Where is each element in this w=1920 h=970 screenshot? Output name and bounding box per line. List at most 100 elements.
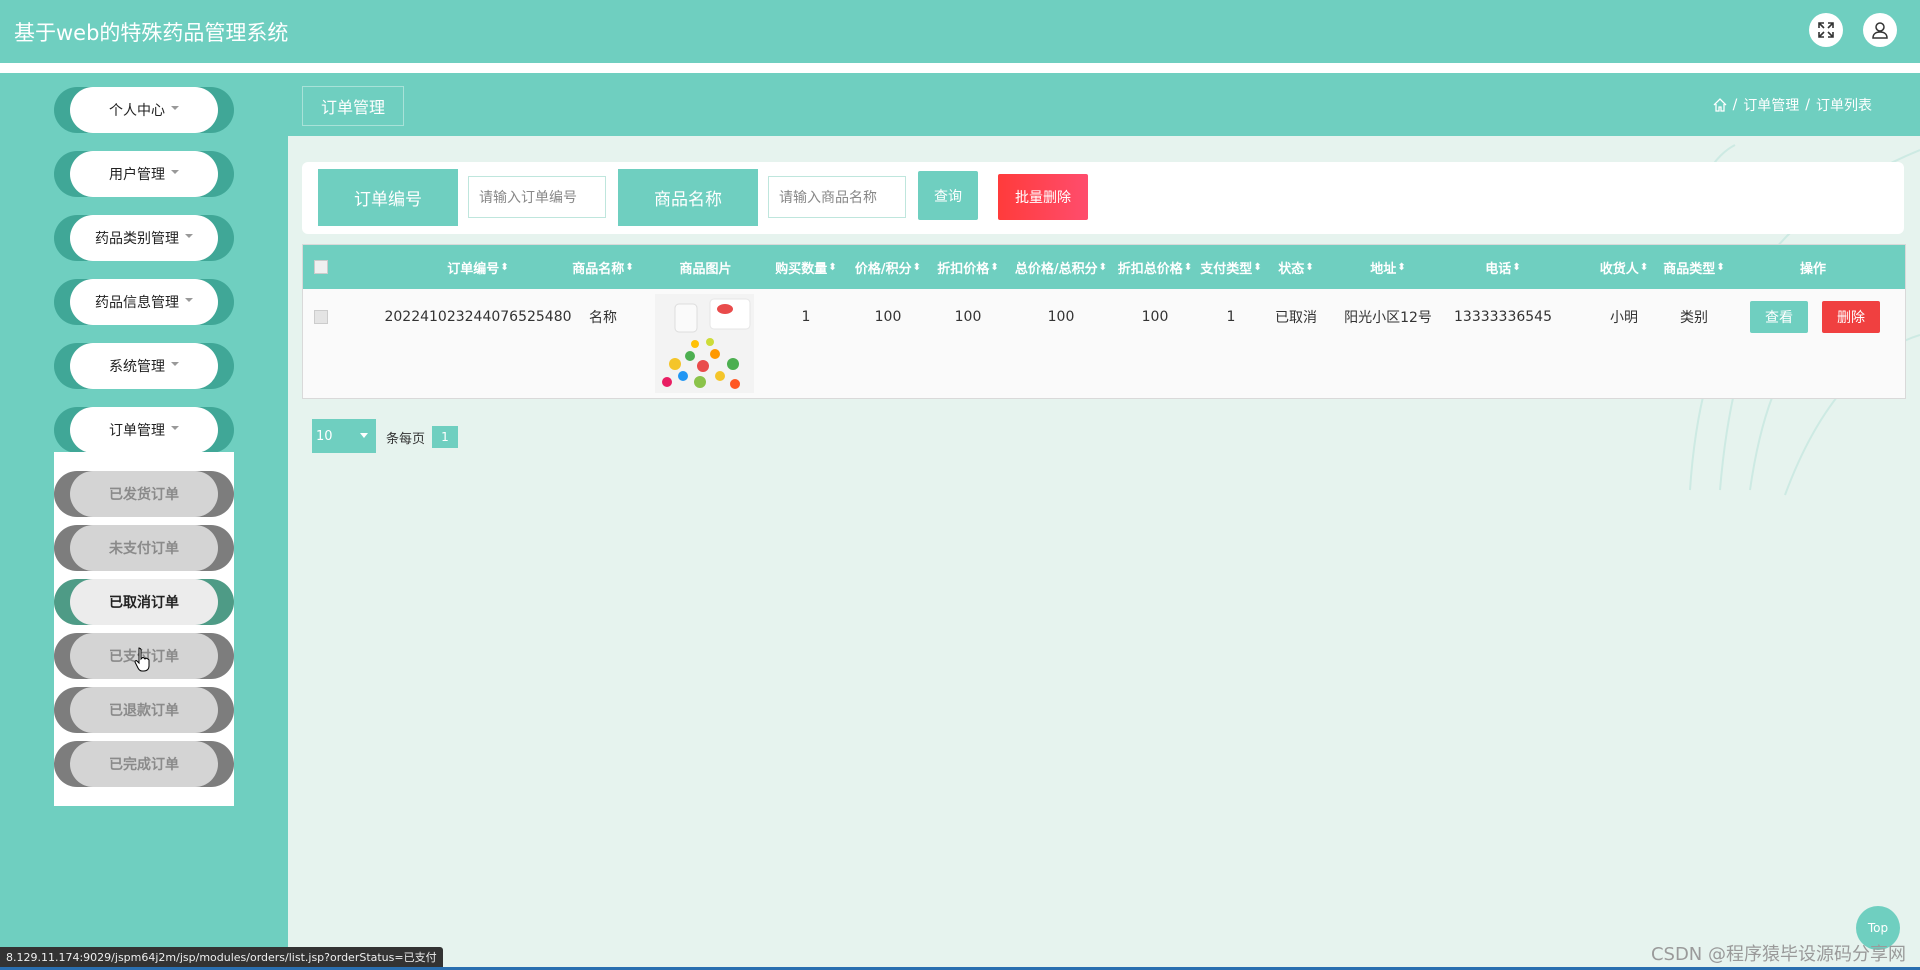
row-select-cell xyxy=(311,289,331,345)
home-icon[interactable] xyxy=(1713,98,1727,112)
col-label: 电话 xyxy=(1485,261,1512,277)
col-order-no[interactable]: 订单编号 ⬍ xyxy=(403,245,553,289)
select-all-checkbox[interactable] xyxy=(314,260,328,274)
col-label: 折扣总价格 xyxy=(1117,261,1183,277)
cell-price: 100 xyxy=(874,309,902,325)
chevron-down-icon xyxy=(171,170,179,174)
top-bar: 基于web的特殊药品管理系统 xyxy=(0,0,1920,63)
cell-address: 阳光小区12号 xyxy=(1344,310,1432,326)
sort-icon: ⬍ xyxy=(828,261,837,273)
sidebar-item-personal-center[interactable]: 个人中心 xyxy=(54,87,234,133)
submenu-cancelled-orders[interactable]: 已取消订单 xyxy=(54,579,234,625)
batch-delete-button[interactable]: 批量删除 xyxy=(998,174,1088,220)
col-label: 支付类型 xyxy=(1200,261,1253,277)
per-page-label: 条每页 xyxy=(386,432,426,447)
select-all-cell xyxy=(311,245,331,289)
sort-icon: ⬍ xyxy=(1098,261,1108,273)
product-image xyxy=(655,294,754,393)
status-bar-url: 8.129.11.174:9029/jspm64j2m/jsp/modules/… xyxy=(0,947,443,967)
sidebar-item-users[interactable]: 用户管理 xyxy=(54,151,234,197)
cell-pay-type: 1 xyxy=(1226,309,1236,325)
sidebar-item-label: 药品信息管理 xyxy=(95,295,179,311)
cell-discount-total: 100 xyxy=(1141,309,1169,325)
query-button[interactable]: 查询 xyxy=(918,171,978,220)
submenu-refunded-orders[interactable]: 已退款订单 xyxy=(54,687,234,733)
view-button[interactable]: 查看 xyxy=(1750,301,1808,333)
col-address[interactable]: 地址 ⬍ xyxy=(1343,245,1433,289)
cell-quantity: 1 xyxy=(801,309,811,325)
page-size-select[interactable]: 10 xyxy=(312,419,376,453)
col-quantity[interactable]: 购买数量 ⬍ xyxy=(766,245,846,289)
submenu-label: 已发货订单 xyxy=(70,471,218,517)
col-label: 价格/积分 xyxy=(854,261,912,277)
sort-icon: ⬍ xyxy=(912,261,922,273)
fullscreen-icon[interactable] xyxy=(1809,13,1843,47)
submenu-unpaid-orders[interactable]: 未支付订单 xyxy=(54,525,234,571)
col-phone[interactable]: 电话 ⬍ xyxy=(1453,245,1553,289)
sidebar-item-drug-info[interactable]: 药品信息管理 xyxy=(54,279,234,325)
sidebar-item-label: 药品类别管理 xyxy=(95,231,179,247)
product-name-input[interactable]: 请输入商品名称 xyxy=(768,176,906,218)
cell-category: 类别 xyxy=(1680,310,1708,326)
breadcrumb: / 订单管理 / 订单列表 xyxy=(1713,95,1872,115)
col-label: 地址 xyxy=(1370,261,1397,277)
col-receiver[interactable]: 收货人 ⬍ xyxy=(1593,245,1655,289)
sidebar-item-label: 个人中心 xyxy=(109,103,165,119)
hand-cursor-icon xyxy=(134,647,150,672)
table-header: 订单编号 ⬍ 商品名称 ⬍ 商品图片 购买数量 ⬍ 价格/积分 ⬍ 折扣价格 ⬍ 总价格/… xyxy=(303,245,1905,289)
cell-product-name: 名称 xyxy=(589,310,617,326)
submenu-completed-orders[interactable]: 已完成订单 xyxy=(54,741,234,787)
user-icon[interactable] xyxy=(1863,13,1897,47)
page-size-value: 10 xyxy=(316,428,333,444)
col-label: 总价格/总积分 xyxy=(1014,261,1098,277)
sidebar-item-system[interactable]: 系统管理 xyxy=(54,343,234,389)
chevron-down-icon xyxy=(171,426,179,430)
breadcrumb-orders[interactable]: 订单管理 xyxy=(1743,95,1799,115)
chevron-down-icon xyxy=(171,106,179,110)
submenu-label: 未支付订单 xyxy=(70,525,218,571)
row-checkbox[interactable] xyxy=(314,310,328,324)
sort-icon: ⬍ xyxy=(990,261,999,273)
order-no-label: 订单编号 xyxy=(318,169,458,226)
sort-icon: ⬍ xyxy=(1397,261,1406,273)
orders-table: 订单编号 ⬍ 商品名称 ⬍ 商品图片 购买数量 ⬍ 价格/积分 ⬍ 折扣价格 ⬍ 总价格/… xyxy=(302,244,1906,399)
col-status[interactable]: 状态 ⬍ xyxy=(1271,245,1321,289)
col-label: 状态 xyxy=(1278,261,1305,277)
col-product-image: 商品图片 xyxy=(663,245,748,289)
col-product-name[interactable]: 商品名称 ⬍ xyxy=(563,245,643,289)
page-number-button[interactable]: 1 xyxy=(432,426,458,448)
sidebar-item-orders[interactable]: 订单管理 xyxy=(54,407,234,453)
cell-phone: 13333336545 xyxy=(1454,309,1552,325)
breadcrumb-order-list: 订单列表 xyxy=(1816,98,1872,114)
sidebar-item-label: 系统管理 xyxy=(109,359,165,375)
sort-icon: ⬍ xyxy=(500,261,509,273)
col-label: 折扣价格 xyxy=(937,261,990,277)
sidebar-item-drug-category[interactable]: 药品类别管理 xyxy=(54,215,234,261)
order-no-input[interactable]: 请输入订单编号 xyxy=(468,176,606,218)
col-total-price[interactable]: 总价格/总积分 ⬍ xyxy=(1011,245,1111,289)
delete-button[interactable]: 删除 xyxy=(1822,301,1880,333)
col-discount-total[interactable]: 折扣总价格 ⬍ xyxy=(1113,245,1197,289)
chevron-down-icon xyxy=(185,298,193,302)
col-label: 操作 xyxy=(1799,261,1826,277)
sort-icon: ⬍ xyxy=(1639,261,1649,273)
main-header xyxy=(288,73,1920,136)
sort-icon: ⬍ xyxy=(1305,261,1314,273)
col-discount-price[interactable]: 折扣价格 ⬍ xyxy=(928,245,1008,289)
col-label: 订单编号 xyxy=(447,261,500,277)
cell-receiver: 小明 xyxy=(1610,310,1638,326)
page-title: 订单管理 xyxy=(302,86,404,126)
submenu-label: 已退款订单 xyxy=(70,687,218,733)
submenu-shipped-orders[interactable]: 已发货订单 xyxy=(54,471,234,517)
chevron-down-icon xyxy=(185,234,193,238)
col-label: 收货人 xyxy=(1599,261,1639,277)
col-price[interactable]: 价格/积分 ⬍ xyxy=(848,245,928,289)
sidebar-item-label: 用户管理 xyxy=(109,167,165,183)
sort-icon: ⬍ xyxy=(1253,261,1262,273)
col-label: 商品类型 xyxy=(1663,261,1716,277)
cell-discount-price: 100 xyxy=(954,309,982,325)
col-category[interactable]: 商品类型 ⬍ xyxy=(1658,245,1730,289)
sort-icon: ⬍ xyxy=(1183,261,1193,273)
col-pay-type[interactable]: 支付类型 ⬍ xyxy=(1198,245,1264,289)
top-gap xyxy=(0,63,1920,73)
